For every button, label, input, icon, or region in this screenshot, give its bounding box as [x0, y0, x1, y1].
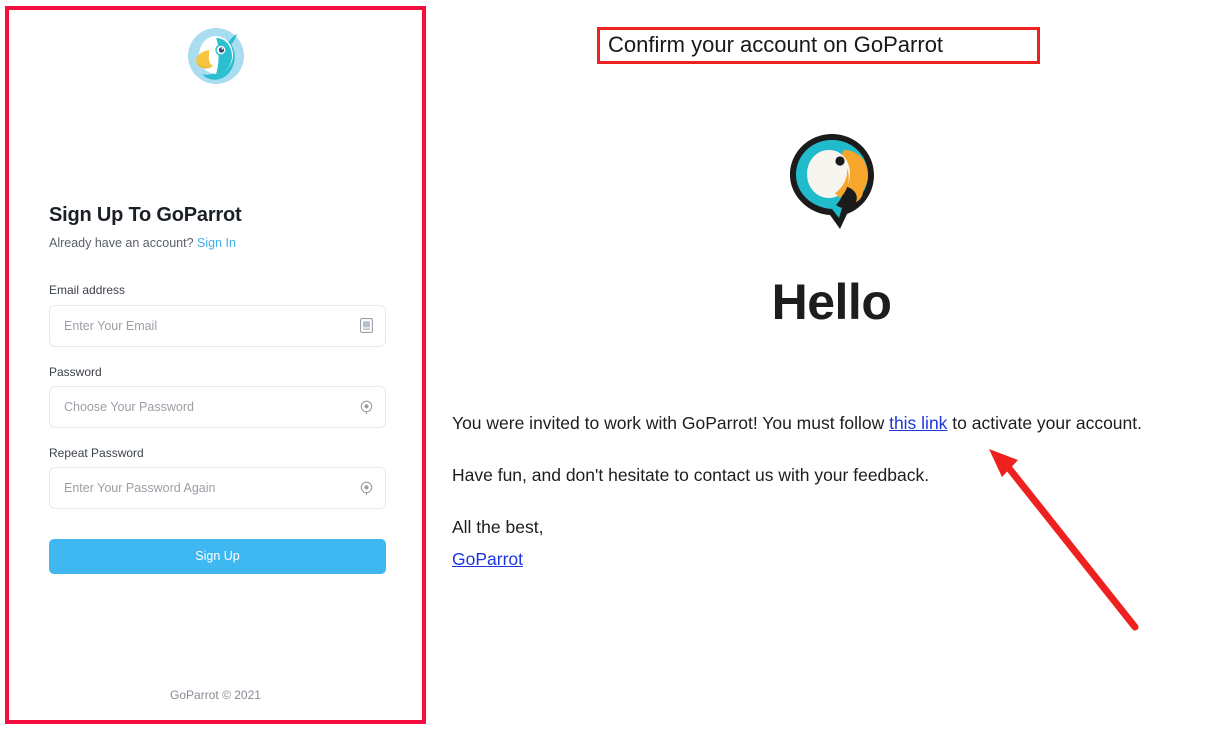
repeat-password-field-label: Repeat Password: [49, 446, 144, 461]
email-subject-annotation-box: Confirm your account on GoParrot: [597, 27, 1040, 64]
brand-logo-container: [9, 22, 422, 95]
email-field-label: Email address: [49, 283, 126, 298]
email-input[interactable]: [49, 304, 386, 347]
signup-footer-copyright: GoParrot © 2021: [170, 688, 261, 702]
sign-up-button[interactable]: Sign Up: [49, 539, 386, 575]
page-title: Sign Up To GoParrot: [49, 204, 242, 226]
email-preview-pane: Confirm your account on GoParrot Hello Y…: [432, 0, 1231, 736]
this-link-link[interactable]: this link: [889, 413, 947, 433]
field-repeat-password: Repeat Password: [49, 446, 386, 510]
screenshot-root: Sign Up To GoParrot Already have an acco…: [0, 0, 1231, 736]
email-heading: Hello: [771, 274, 892, 330]
repeat-password-input[interactable]: [49, 467, 386, 510]
eye-icon[interactable]: [358, 399, 374, 415]
email-logo-container: [432, 130, 1231, 239]
password-input-wrap: [49, 386, 386, 429]
envelope-icon[interactable]: [358, 318, 374, 334]
signup-form: Sign Up To GoParrot Already have an acco…: [49, 203, 386, 575]
repeat-password-input-wrap: [49, 467, 386, 510]
signup-panel: Sign Up To GoParrot Already have an acco…: [9, 10, 422, 720]
email-signature: GoParrot: [452, 544, 1182, 574]
field-email: Email address: [49, 283, 386, 347]
email-paragraph-3: All the best,: [452, 517, 544, 538]
goparrot-parrot-logo-color-icon: [784, 130, 880, 239]
email-body: You were invited to work with GoParrot! …: [452, 408, 1182, 596]
signup-panel-annotation-box: Sign Up To GoParrot Already have an acco…: [5, 6, 426, 724]
email-paragraph-2: Have fun, and don't hesitate to contact …: [452, 465, 930, 486]
password-input[interactable]: [49, 386, 386, 429]
email-subject: Confirm your account on GoParrot: [608, 32, 944, 58]
email-paragraph-1-before: You were invited to work with GoParrot! …: [452, 413, 890, 433]
email-paragraph-1: You were invited to work with GoParrot! …: [452, 408, 1182, 438]
sign-in-link[interactable]: Sign In: [197, 236, 236, 250]
goparrot-signature-link[interactable]: GoParrot: [452, 549, 523, 569]
email-input-wrap: [49, 304, 386, 347]
eye-icon[interactable]: [358, 480, 374, 496]
email-paragraph-1-after: to activate your account.: [947, 413, 1142, 433]
password-field-label: Password: [49, 364, 102, 379]
goparrot-parrot-logo-icon: [185, 22, 247, 95]
already-have-account-row: Already have an account? Sign In: [49, 235, 386, 251]
already-have-account-label: Already have an account?: [49, 236, 194, 250]
field-password: Password: [49, 364, 386, 429]
